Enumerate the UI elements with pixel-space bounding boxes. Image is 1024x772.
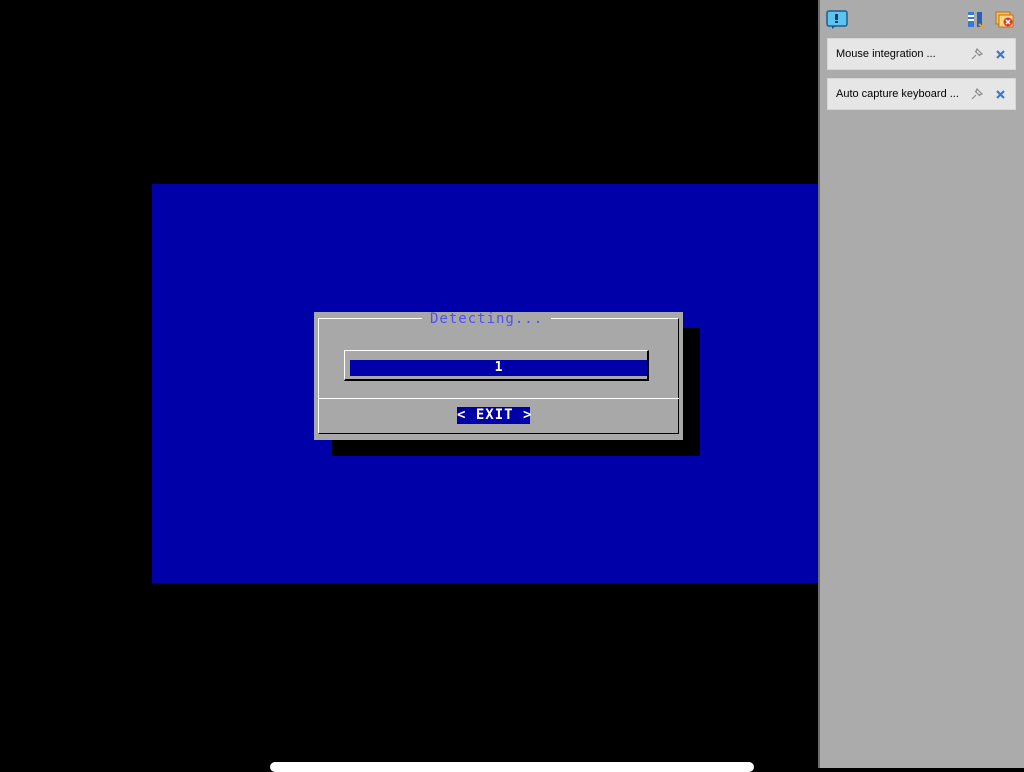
message-icon[interactable] — [826, 10, 848, 29]
dialog-title: Detecting... — [422, 312, 552, 326]
detecting-dialog: Detecting... 1 < EXIT > — [314, 312, 683, 440]
notification-auto-capture-keyboard[interactable]: Auto capture keyboard ... — [827, 78, 1016, 110]
bottom-scroll-handle[interactable] — [270, 762, 754, 772]
exit-button[interactable]: < EXIT > — [457, 407, 531, 424]
notification-label: Mouse integration ... — [836, 48, 936, 60]
notification-label: Auto capture keyboard ... — [836, 88, 959, 100]
columns-settings-icon[interactable] — [966, 10, 986, 29]
notification-mouse-integration[interactable]: Mouse integration ... — [827, 38, 1016, 70]
close-all-icon[interactable] — [994, 10, 1014, 28]
close-icon[interactable] — [994, 88, 1007, 101]
dialog-divider — [318, 398, 679, 399]
pin-icon[interactable] — [970, 47, 984, 61]
notification-panel: Mouse integration ... Auto capture keybo… — [818, 0, 1024, 768]
pin-icon[interactable] — [970, 87, 984, 101]
close-icon[interactable] — [994, 48, 1007, 61]
gauge-value: 1 — [350, 360, 647, 376]
progress-gauge: 1 — [344, 350, 649, 381]
